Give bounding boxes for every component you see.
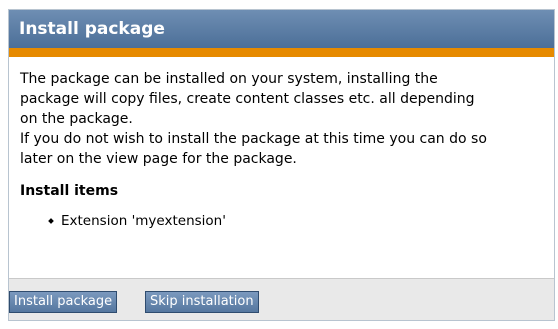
button-bar: Install package Skip installation bbox=[9, 278, 554, 320]
install-items-list: Extension 'myextension' bbox=[20, 211, 544, 231]
bullet-icon bbox=[48, 218, 54, 224]
intro-text: The package can be installed on your sys… bbox=[20, 69, 544, 169]
intro-line: later on the view page for the package. bbox=[20, 151, 297, 167]
panel-content: The package can be installed on your sys… bbox=[9, 57, 554, 231]
panel-title: Install package bbox=[19, 19, 165, 39]
install-package-panel: Install package The package can be insta… bbox=[8, 9, 555, 321]
install-items-heading: Install items bbox=[20, 183, 119, 199]
intro-line: package will copy files, create content … bbox=[20, 91, 475, 107]
install-package-button[interactable]: Install package bbox=[9, 291, 118, 313]
list-item: Extension 'myextension' bbox=[20, 211, 544, 231]
skip-installation-button[interactable]: Skip installation bbox=[145, 291, 259, 313]
accent-stripe bbox=[9, 48, 554, 57]
list-item-label: Extension 'myextension' bbox=[61, 213, 226, 229]
intro-line: The package can be installed on your sys… bbox=[20, 71, 438, 87]
title-bar: Install package bbox=[9, 10, 554, 48]
intro-line: If you do not wish to install the packag… bbox=[20, 131, 487, 147]
intro-line: on the package. bbox=[20, 111, 133, 127]
